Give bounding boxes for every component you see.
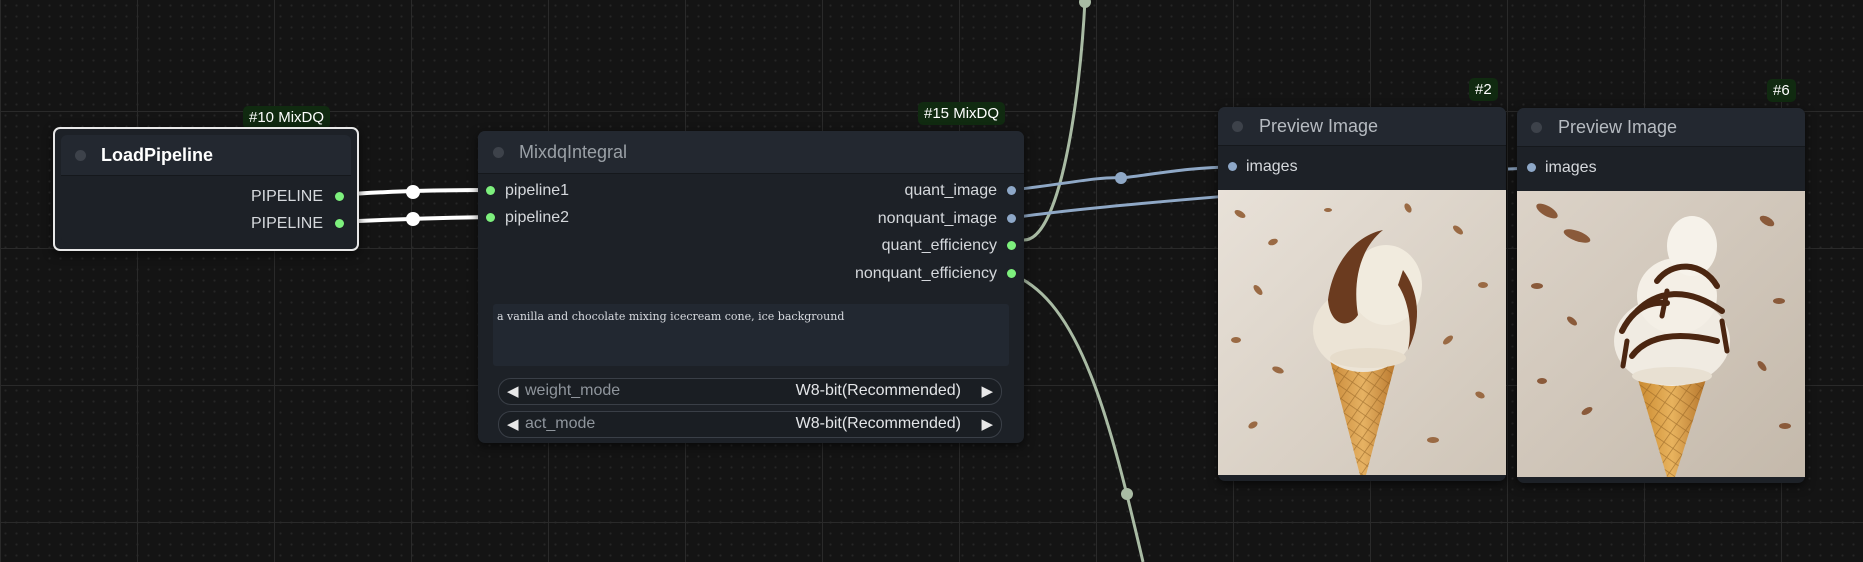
decrement-arrow-icon[interactable]: ◀ (507, 415, 519, 433)
collapse-dot-icon[interactable] (1531, 122, 1542, 133)
wire-top-float[interactable] (1023, 0, 1087, 242)
ice-cream-cone-image (1218, 190, 1506, 475)
node-title: MixdqIntegral (519, 142, 628, 162)
output-label-pipeline: PIPELINE (250, 215, 323, 232)
combo-label: act_mode (525, 415, 596, 432)
output-label-nonquant-image: nonquant_image (877, 210, 997, 227)
output-label-nonquant-efficiency: nonquant_efficiency (854, 265, 997, 282)
output-slot-pipeline[interactable] (335, 192, 344, 201)
combo-value: W8-bit(Recommended) (795, 382, 961, 399)
input-label-images: images (1246, 158, 1298, 175)
prompt-textarea[interactable]: a vanilla and chocolate mixing icecream … (493, 304, 1009, 366)
input-label-pipeline2: pipeline2 (505, 209, 570, 226)
output-slot-pipeline[interactable] (335, 219, 344, 228)
increment-arrow-icon[interactable]: ▶ (981, 382, 993, 400)
collapse-dot-icon[interactable] (1232, 121, 1243, 132)
output-slot-nonquant-image[interactable] (1007, 214, 1016, 223)
output-label-quant-efficiency: quant_efficiency (881, 237, 997, 254)
node-title-bar[interactable]: MixdqIntegral (478, 131, 1024, 174)
preview-image[interactable] (1218, 190, 1506, 475)
ice-cream-cone-image (1517, 191, 1805, 477)
combo-label: weight_mode (525, 382, 621, 399)
node-title-bar[interactable]: LoadPipeline (61, 135, 351, 176)
decrement-arrow-icon[interactable]: ◀ (507, 382, 519, 400)
act-mode-combo[interactable]: ◀ act_mode W8-bit(Recommended) ▶ (498, 411, 1002, 438)
weight-mode-combo[interactable]: ◀ weight_mode W8-bit(Recommended) ▶ (498, 378, 1002, 405)
node-preview-image-6[interactable]: Preview Image images (1517, 108, 1805, 483)
node-mixdq-integral[interactable]: MixdqIntegral pipeline1 pipeline2 quant_… (478, 131, 1024, 443)
node-title: Preview Image (1558, 117, 1678, 137)
node-preview-6-badge: #6 (1767, 79, 1796, 102)
node-preview-2-badge: #2 (1469, 78, 1498, 101)
node-preview-image-2[interactable]: Preview Image images (1218, 107, 1506, 481)
node-load-pipeline-badge: #10 MixDQ (243, 106, 331, 129)
combo-value: W8-bit(Recommended) (795, 415, 961, 432)
input-slot-images[interactable] (1228, 162, 1237, 171)
input-slot-pipeline2[interactable] (486, 213, 495, 222)
node-mixdq-integral-badge: #15 MixDQ (918, 102, 1006, 125)
input-label-images: images (1545, 159, 1597, 176)
output-slot-quant-image[interactable] (1007, 186, 1016, 195)
increment-arrow-icon[interactable]: ▶ (981, 415, 993, 433)
preview-image[interactable] (1517, 191, 1805, 477)
node-title: LoadPipeline (101, 145, 214, 165)
collapse-dot-icon[interactable] (493, 147, 504, 158)
wire-reroute-dot[interactable] (1115, 172, 1127, 184)
wire-quant-image[interactable] (1010, 165, 1234, 192)
node-title-bar[interactable]: Preview Image (1218, 107, 1506, 146)
output-slot-nonquant-efficiency[interactable] (1007, 269, 1016, 278)
wire-nonquant-image[interactable] (1010, 194, 1229, 220)
wire-nonquant-efficiency[interactable] (1010, 272, 1145, 562)
collapse-dot-icon[interactable] (75, 150, 86, 161)
wire-reroute-dot[interactable] (1121, 488, 1133, 500)
wire-reroute-dot[interactable] (406, 212, 420, 226)
node-title: Preview Image (1259, 116, 1379, 136)
output-label-quant-image: quant_image (904, 182, 997, 199)
input-slot-pipeline1[interactable] (486, 186, 495, 195)
input-label-pipeline1: pipeline1 (505, 182, 570, 199)
input-slot-images[interactable] (1527, 163, 1536, 172)
wire-reroute-dot[interactable] (406, 185, 420, 199)
node-load-pipeline[interactable]: LoadPipeline PIPELINE PIPELINE (53, 127, 359, 251)
node-title-bar[interactable]: Preview Image (1517, 108, 1805, 147)
output-slot-quant-efficiency[interactable] (1007, 241, 1016, 250)
wire-reroute-dot[interactable] (1079, 0, 1091, 8)
output-label-pipeline: PIPELINE (250, 188, 323, 205)
